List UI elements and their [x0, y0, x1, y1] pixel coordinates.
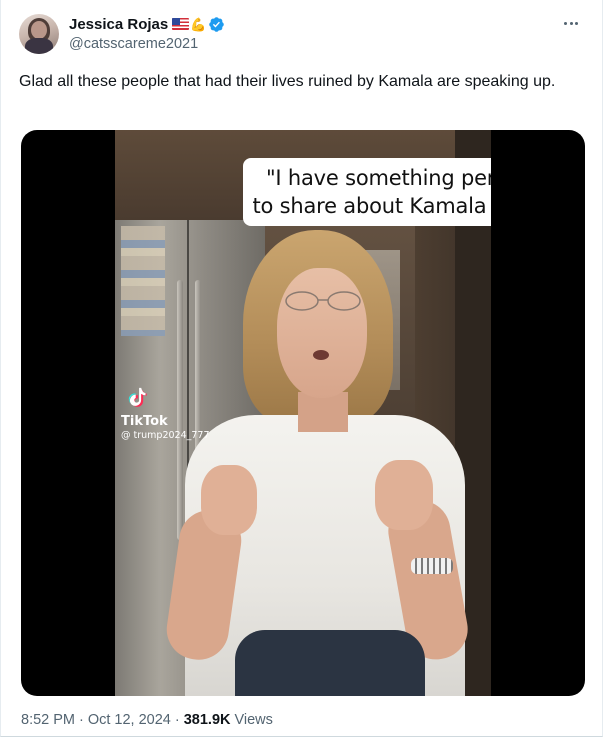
meta-separator: ·	[79, 712, 84, 728]
tweet-text: Glad all these people that had their liv…	[19, 73, 556, 90]
author-name-row: Jessica Rojas 💪	[69, 15, 225, 33]
views-label: Views	[234, 712, 273, 728]
tiktok-logo-icon	[128, 387, 147, 407]
avatar-face	[31, 21, 47, 39]
us-flag-icon	[172, 18, 190, 30]
caption-line-1: "I have something personal	[265, 166, 491, 190]
more-options-button[interactable]	[560, 14, 582, 32]
caption-line-2: to share about Kamala Harris"	[252, 194, 491, 218]
video-caption: "I have something personal to share abou…	[243, 158, 491, 226]
author-display-name[interactable]: Jessica Rojas	[69, 16, 168, 33]
video-player[interactable]: "I have something personal to share abou…	[21, 130, 585, 696]
person-face	[277, 268, 367, 398]
views-count: 381.9K	[183, 712, 231, 728]
author-handle[interactable]: @catsscareme2021	[69, 36, 198, 52]
flexed-biceps-icon: 💪	[190, 16, 207, 32]
meta-separator: ·	[174, 712, 180, 728]
verified-badge-icon[interactable]	[208, 16, 225, 33]
avatar-body	[25, 38, 53, 54]
tiktok-watermark: TikTok @ trump2024_777	[121, 385, 210, 442]
more-horizontal-icon	[564, 21, 567, 25]
glasses	[285, 291, 361, 311]
video-frame: "I have something personal to share abou…	[115, 130, 491, 696]
tweet-time[interactable]: 8:52 PM	[21, 712, 75, 728]
tiktok-username: @ trump2024_777	[121, 430, 210, 441]
wristwatch	[411, 558, 453, 574]
tweet-card: Jessica Rojas 💪 @catsscareme2021 Glad al…	[0, 0, 603, 737]
avatar[interactable]	[19, 14, 59, 54]
tiktok-brand: TikTok	[121, 414, 168, 429]
tweet-metadata: 8:52 PM · Oct 12, 2024 · 381.9K Views	[21, 712, 273, 728]
tweet-date[interactable]: Oct 12, 2024	[88, 712, 171, 728]
